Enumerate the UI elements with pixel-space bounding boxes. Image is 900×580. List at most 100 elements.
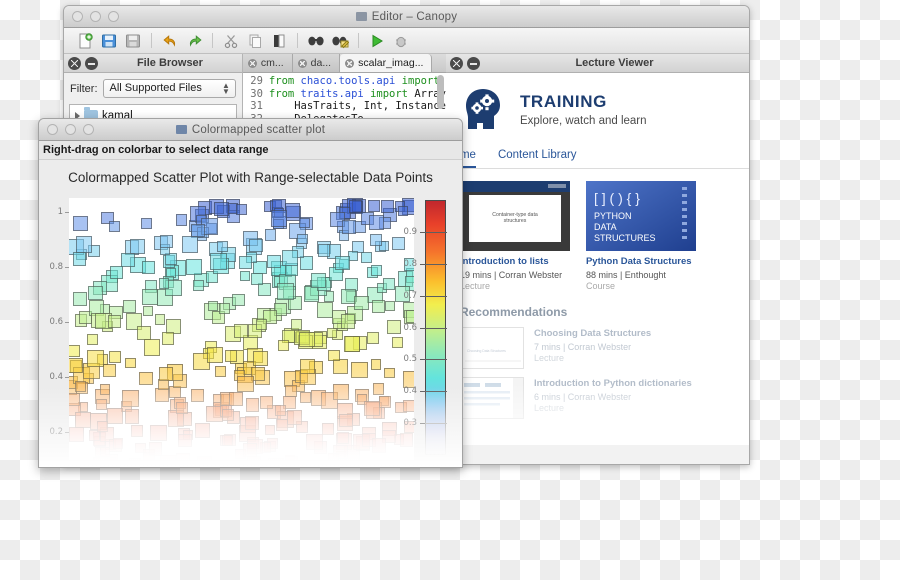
scatter-marker bbox=[108, 220, 121, 232]
copy-icon[interactable] bbox=[244, 31, 266, 51]
lecture-viewer-tabs[interactable]: me Content Library bbox=[445, 144, 749, 169]
python-data-structures-thumbnail[interactable]: [ ] ( ) { } PYTHON DATA STRUCTURES bbox=[585, 181, 696, 251]
find-replace-icon[interactable] bbox=[329, 31, 351, 51]
find-icon[interactable] bbox=[305, 31, 327, 51]
editor-tab-cm[interactable]: cm... bbox=[242, 54, 293, 72]
scatter-marker bbox=[379, 396, 392, 409]
scatter-marker bbox=[354, 295, 369, 310]
scatter-marker bbox=[214, 201, 230, 217]
scatter-marker bbox=[367, 200, 380, 213]
save-as-icon[interactable] bbox=[122, 31, 144, 51]
plot-titlebar[interactable]: Colormapped scatter plot bbox=[39, 119, 462, 141]
minimize-panel-icon[interactable] bbox=[466, 57, 480, 70]
colorbar-tick-mark bbox=[420, 263, 447, 265]
scatter-marker bbox=[247, 456, 261, 460]
editor-tab-scalar-image[interactable]: scalar_imag... bbox=[340, 54, 433, 72]
scatter-marker bbox=[87, 333, 99, 345]
slide-thumbnail[interactable]: Container-type data structures bbox=[459, 181, 570, 251]
recommendation-choosing-data-structures[interactable]: Choosing Data Structures Choosing Data S… bbox=[446, 319, 749, 369]
close-panel-icon[interactable] bbox=[449, 57, 463, 70]
code-keyword: from bbox=[268, 87, 301, 100]
scatter-marker bbox=[75, 236, 92, 253]
close-tab-icon[interactable] bbox=[345, 58, 355, 68]
recommendation-text: Choosing Data Structures 7 mins | Corran… bbox=[534, 327, 651, 369]
card-introduction-to-lists[interactable]: Container-type data structures Introduct… bbox=[459, 181, 570, 291]
scatter-marker bbox=[340, 314, 356, 329]
y-tick-label: 0.8 bbox=[49, 261, 63, 272]
minimize-panel-icon[interactable] bbox=[85, 57, 98, 70]
colorbar-tick-mark bbox=[420, 231, 447, 233]
editor-tabbar[interactable]: cm... da... scalar_imag... bbox=[242, 54, 446, 73]
plot-canvas[interactable]: Colormapped Scatter Plot with Range-sele… bbox=[39, 160, 462, 467]
filter-row: Filter: All Supported Files ▲ ▼ bbox=[64, 73, 242, 102]
plot-app-icon bbox=[175, 125, 187, 134]
scatter-marker bbox=[264, 229, 277, 241]
recommendations-heading: Recommendations bbox=[459, 305, 568, 319]
scatter-marker bbox=[176, 402, 188, 414]
scatter-marker bbox=[73, 292, 87, 306]
close-panel-icon[interactable] bbox=[68, 57, 81, 70]
redo-icon[interactable] bbox=[183, 31, 205, 51]
save-icon[interactable] bbox=[98, 31, 120, 51]
code-vertical-scrollbar[interactable] bbox=[436, 75, 444, 109]
file-browser-title: File Browser bbox=[136, 57, 203, 69]
editor-toolbar[interactable] bbox=[64, 28, 749, 54]
scatter-marker bbox=[316, 301, 333, 318]
editor-tab-da[interactable]: da... bbox=[292, 54, 341, 72]
recommendation-thumbnail[interactable]: Choosing Data Structures bbox=[459, 327, 524, 369]
tab-content-library[interactable]: Content Library bbox=[498, 144, 577, 168]
scatter-marker bbox=[363, 400, 380, 417]
card-title: Python Data Structures bbox=[585, 256, 692, 267]
card-kind: Lecture bbox=[459, 281, 490, 291]
y-tick-label: 0.2 bbox=[49, 427, 63, 438]
plot-window-title-text: Colormapped scatter plot bbox=[191, 123, 326, 136]
line-number: 31 bbox=[250, 100, 263, 113]
scatter-marker bbox=[236, 375, 254, 393]
line-number: 29 bbox=[250, 75, 263, 87]
y-tick-label: 0.4 bbox=[49, 372, 63, 383]
scatter-marker bbox=[238, 255, 253, 270]
colorbar-tick-label: 0.9 bbox=[403, 226, 417, 237]
scatter-marker bbox=[249, 238, 264, 253]
scatter-marker bbox=[360, 251, 372, 263]
scatter-marker bbox=[274, 404, 287, 417]
undo-icon[interactable] bbox=[159, 31, 181, 51]
code-line: 29 from chaco.tools.api import bbox=[243, 75, 446, 88]
scatter-marker bbox=[250, 272, 264, 285]
scatter-marker bbox=[382, 278, 395, 291]
scatter-marker bbox=[328, 453, 339, 460]
scatter-marker bbox=[158, 278, 170, 289]
scatter-marker bbox=[371, 438, 386, 453]
colorbar-tick-label: 0.5 bbox=[403, 354, 417, 365]
editor-titlebar[interactable]: Editor – Canopy bbox=[64, 6, 749, 28]
card-python-data-structures[interactable]: [ ] ( ) { } PYTHON DATA STRUCTURES Pytho… bbox=[585, 181, 696, 291]
scatter-marker bbox=[245, 416, 260, 431]
scatter-marker bbox=[236, 204, 248, 216]
cut-icon[interactable] bbox=[220, 31, 242, 51]
colorbar-tick-label: 0.7 bbox=[403, 290, 417, 301]
colorbar-hint: Right-drag on colorbar to select data ra… bbox=[39, 141, 462, 160]
debug-icon[interactable] bbox=[390, 31, 412, 51]
y-tick-label: 1 bbox=[57, 206, 63, 217]
card-meta: 19 mins | Corran Webster bbox=[459, 270, 563, 280]
scatter-marker bbox=[232, 293, 245, 307]
scatter-marker bbox=[217, 241, 228, 252]
scatter-marker bbox=[109, 265, 124, 280]
file-filter-dropdown[interactable]: All Supported Files ▲ ▼ bbox=[102, 79, 236, 98]
scatter-marker bbox=[102, 364, 116, 378]
featured-cards: Container-type data structures Introduct… bbox=[446, 169, 749, 291]
run-icon[interactable] bbox=[366, 31, 388, 51]
code-text: HasTraits, Int, Instance bbox=[268, 100, 446, 113]
scatter-marker bbox=[122, 389, 140, 407]
close-tab-icon[interactable] bbox=[297, 58, 307, 68]
scatter-marker bbox=[233, 324, 248, 339]
new-file-icon[interactable] bbox=[74, 31, 96, 51]
scatter-marker bbox=[369, 233, 383, 247]
paste-icon[interactable] bbox=[268, 31, 290, 51]
close-tab-icon[interactable] bbox=[247, 58, 257, 68]
scatter-marker bbox=[243, 442, 257, 457]
scatter-marker bbox=[306, 434, 323, 451]
colorbar-tick-label: 0.6 bbox=[403, 322, 417, 333]
scatter-plot-window: Colormapped scatter plot Right-drag on c… bbox=[38, 118, 463, 468]
scatter-points-area[interactable] bbox=[69, 198, 414, 460]
